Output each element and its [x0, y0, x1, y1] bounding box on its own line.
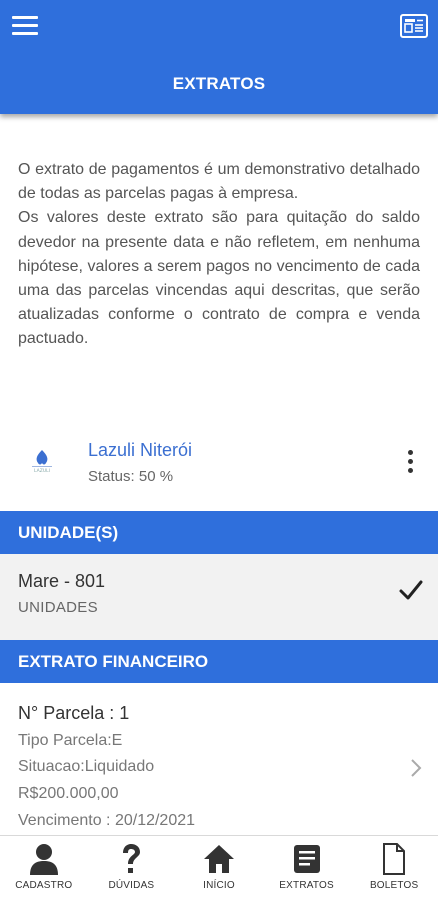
parcel-amount: R$200.000,00: [18, 785, 119, 802]
parcel-due-date: Vencimento : 20/12/2021: [18, 812, 196, 829]
logo-wordmark: LAZULI: [34, 468, 50, 474]
hamburger-menu-icon[interactable]: [12, 16, 38, 36]
page-title: EXTRATOS: [172, 74, 266, 93]
project-logo: LAZULI: [26, 446, 58, 478]
tab-inicio[interactable]: INÍCIO: [175, 836, 263, 900]
tab-cadastro[interactable]: CADASTRO: [0, 836, 88, 900]
person-icon: [29, 844, 58, 875]
tab-label: EXTRATOS: [279, 880, 334, 891]
tab-label: BOLETOS: [369, 880, 419, 891]
parcel-situation: Situacao:Liquidado: [18, 758, 155, 775]
file-icon: [383, 843, 406, 875]
newspaper-icon[interactable]: [398, 10, 430, 42]
parcel-type: Tipo Parcela:E: [18, 732, 123, 749]
intro-text: O extrato de pagamentos é um demonstrati…: [18, 158, 420, 352]
unit-type: UNIDADES: [18, 599, 98, 616]
parcel-item[interactable]: N° Parcela : 1 Tipo Parcela:E Situacao:L…: [0, 683, 438, 835]
unit-name: Mare - 801: [18, 571, 106, 591]
home-icon: [203, 845, 234, 873]
tab-label: DÚVIDAS: [108, 880, 155, 891]
question-icon: [123, 844, 141, 873]
project-status: Status: 50 %: [88, 468, 174, 485]
tab-label: INÍCIO: [203, 880, 235, 891]
project-card[interactable]: LAZULI Lazuli Niterói Status: 50 %: [0, 432, 438, 492]
bottom-tab-bar: CADASTRO DÚVIDAS INÍCIO EXTRATOS BOLETOS: [0, 835, 438, 900]
checkmark-icon: [398, 578, 424, 602]
tab-extratos[interactable]: EXTRATOS: [263, 836, 351, 900]
document-list-icon: [293, 845, 320, 873]
tab-duvidas[interactable]: DÚVIDAS: [88, 836, 176, 900]
chevron-right-icon[interactable]: [410, 758, 422, 778]
intro-paragraph-2: Os valores deste extrato são para quitaç…: [18, 209, 420, 348]
section-header-financial: EXTRATO FINANCEIRO: [0, 640, 438, 683]
unit-row[interactable]: Mare - 801 UNIDADES: [0, 554, 438, 640]
more-options-icon[interactable]: [404, 450, 416, 478]
project-name[interactable]: Lazuli Niterói: [88, 440, 192, 461]
tab-label: CADASTRO: [15, 880, 73, 891]
app-header: EXTRATOS: [0, 0, 438, 114]
section-header-units: UNIDADE(S): [0, 511, 438, 554]
tab-boletos[interactable]: BOLETOS: [350, 836, 438, 900]
parcel-number: N° Parcela : 1: [18, 703, 130, 723]
intro-paragraph-1: O extrato de pagamentos é um demonstrati…: [18, 161, 420, 203]
